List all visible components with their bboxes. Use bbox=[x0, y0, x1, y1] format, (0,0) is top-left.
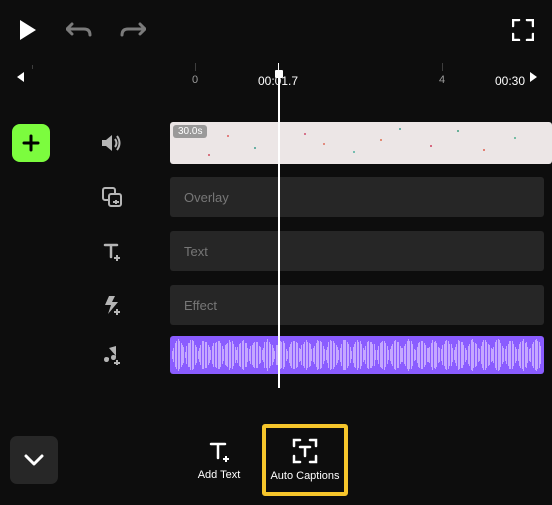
time-ruler[interactable]: 0 00:01.7 4 00:30 bbox=[0, 60, 552, 100]
text-track[interactable]: Text bbox=[170, 231, 544, 271]
auto-captions-action[interactable]: Auto Captions bbox=[262, 424, 348, 496]
undo-button[interactable] bbox=[66, 22, 92, 38]
volume-icon[interactable] bbox=[82, 133, 142, 153]
overlay-track[interactable]: Overlay bbox=[170, 177, 544, 217]
collapse-button[interactable] bbox=[10, 436, 58, 484]
playhead[interactable] bbox=[278, 78, 280, 388]
add-track-button[interactable] bbox=[12, 124, 50, 162]
overlay-track-icon[interactable] bbox=[82, 187, 142, 207]
text-track-icon[interactable] bbox=[82, 241, 142, 261]
audio-track-icon[interactable] bbox=[82, 345, 142, 365]
effect-track-label: Effect bbox=[184, 298, 217, 313]
video-clip[interactable]: 30.0s bbox=[170, 122, 552, 164]
fullscreen-button[interactable] bbox=[512, 19, 534, 41]
auto-captions-label: Auto Captions bbox=[270, 470, 339, 482]
audio-clip[interactable] bbox=[170, 336, 544, 374]
clip-duration-badge: 30.0s bbox=[173, 125, 207, 138]
text-track-label: Text bbox=[184, 244, 208, 259]
redo-button[interactable] bbox=[120, 22, 146, 38]
prev-frame-button[interactable] bbox=[12, 70, 26, 84]
next-frame-button[interactable] bbox=[528, 70, 542, 84]
play-button[interactable] bbox=[18, 19, 38, 41]
add-text-label: Add Text bbox=[198, 469, 241, 481]
overlay-track-label: Overlay bbox=[184, 190, 229, 205]
effect-track[interactable]: Effect bbox=[170, 285, 544, 325]
ruler-zero-label: 0 bbox=[192, 74, 198, 86]
effect-track-icon[interactable] bbox=[82, 295, 142, 315]
end-time-label: 00:30 bbox=[495, 74, 525, 88]
playhead-handle[interactable] bbox=[275, 70, 283, 78]
ruler-mid-label: 4 bbox=[439, 74, 445, 86]
add-text-action[interactable]: Add Text bbox=[176, 424, 262, 496]
